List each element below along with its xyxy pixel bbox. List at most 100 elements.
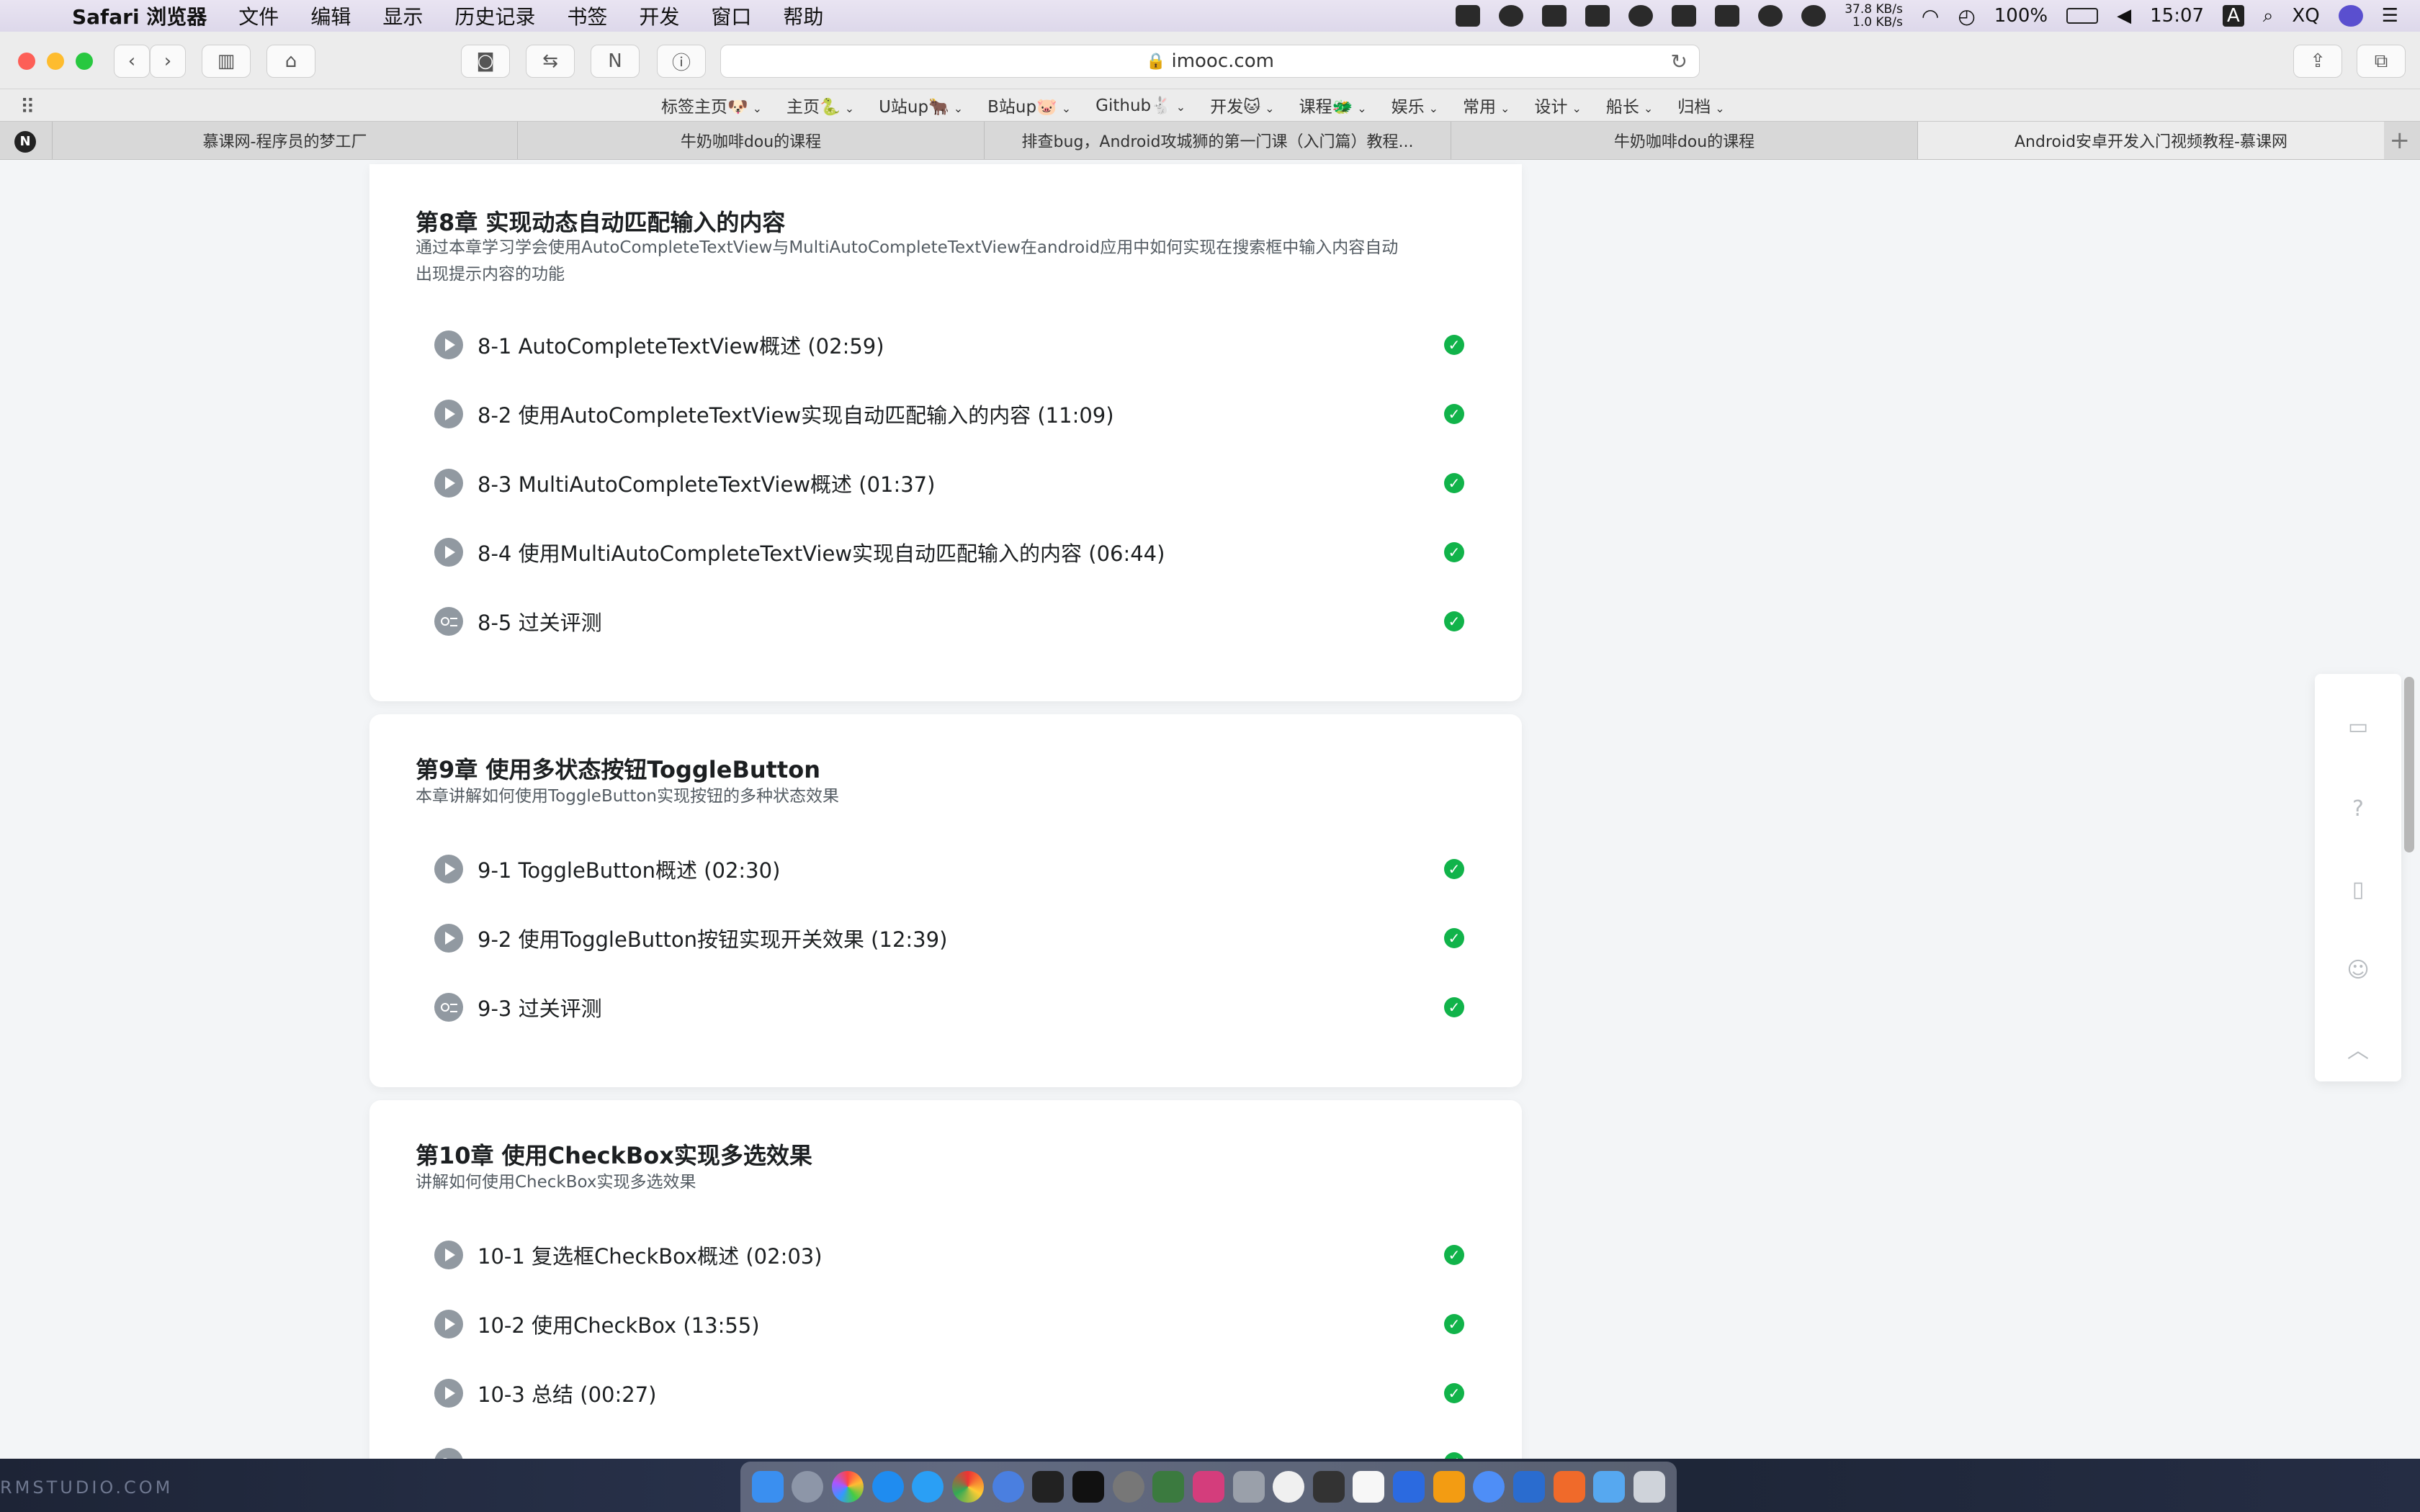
system-preferences-icon[interactable] <box>1112 1471 1144 1503</box>
bookmark-folder[interactable]: 娱乐 ⌄ <box>1392 93 1438 117</box>
lesson-item[interactable]: 8-4 使用MultiAutoCompleteTextView实现自动匹配输入的… <box>434 534 1464 570</box>
postman-icon[interactable] <box>1553 1471 1585 1503</box>
forward-button[interactable]: › <box>150 45 186 78</box>
dictionary-icon[interactable] <box>1312 1471 1345 1503</box>
tabs-overview-button[interactable]: ⧉ <box>2357 45 2406 78</box>
bookmark-folder[interactable]: 常用 ⌄ <box>1463 93 1510 117</box>
bookmark-folder[interactable]: 开发🐱 ⌄ <box>1210 93 1274 117</box>
menu-develop[interactable]: 开发 <box>639 1 679 30</box>
menu-edit[interactable]: 编辑 <box>310 1 351 30</box>
terminal-icon[interactable] <box>1032 1471 1065 1503</box>
send-icon[interactable] <box>1715 5 1740 27</box>
time-machine-icon[interactable]: ◴ <box>1958 4 1975 28</box>
user-name[interactable]: XQ <box>2292 5 2319 27</box>
network-app-icon[interactable] <box>1393 1471 1425 1503</box>
wifi-icon[interactable]: ◠ <box>1922 4 1939 28</box>
volume-icon[interactable]: ◀ <box>2117 5 2131 27</box>
menu-file[interactable]: 文件 <box>238 1 279 30</box>
grid-icon[interactable]: ⠿ <box>20 95 35 119</box>
safari-icon[interactable] <box>912 1471 944 1503</box>
lesson-item[interactable]: 10-3 总结 (00:27) ✓ <box>434 1375 1464 1411</box>
siri-icon[interactable] <box>2338 5 2363 27</box>
hat-icon[interactable] <box>1499 5 1524 27</box>
lesson-item[interactable]: 9-1 ToggleButton概述 (02:30) ✓ <box>434 851 1464 887</box>
gear-icon[interactable] <box>1758 5 1783 27</box>
google-app-icon[interactable] <box>1473 1471 1505 1503</box>
window-icon[interactable] <box>1672 5 1697 27</box>
lesson-item[interactable]: 8-5 过关评测 ✓ <box>434 603 1464 639</box>
minimize-window-button[interactable] <box>47 53 64 70</box>
lesson-item[interactable]: 9-3 过关评测 ✓ <box>434 989 1464 1025</box>
zoom-window-button[interactable] <box>76 53 93 70</box>
home-button[interactable]: ⌂ <box>266 45 315 78</box>
input-method[interactable]: A <box>2223 5 2244 27</box>
notification-center-icon[interactable]: ☰ <box>2382 5 2398 27</box>
clock[interactable]: 15:07 <box>2150 5 2204 27</box>
spotlight-icon[interactable]: ⌕ <box>2263 5 2274 27</box>
menu-app-name[interactable]: Safari 浏览器 <box>72 1 207 30</box>
battery-icon[interactable] <box>2066 8 2099 24</box>
lesson-item[interactable]: 10-1 复选框CheckBox概述 (02:03) ✓ <box>434 1237 1464 1273</box>
bookmark-folder[interactable]: U站up🐂 ⌄ <box>879 93 963 117</box>
bookmark-folder[interactable]: B站up🐷 ⌄ <box>987 93 1071 117</box>
menu-history[interactable]: 历史记录 <box>454 1 535 30</box>
tab-teacher-courses[interactable]: 牛奶咖啡dou的课程 <box>517 122 984 159</box>
git-app-icon[interactable] <box>1433 1471 1465 1503</box>
lesson-item[interactable]: 9-2 使用ToggleButton按钮实现开关效果 (12:39) ✓ <box>434 920 1464 956</box>
iterm-icon[interactable] <box>1072 1471 1104 1503</box>
bookmark-folder[interactable]: 课程🐲 ⌄ <box>1299 93 1367 117</box>
menu-bookmarks[interactable]: 书签 <box>567 1 607 30</box>
textedit-icon[interactable] <box>1353 1471 1385 1503</box>
tab-debug-course[interactable]: 排查bug，Android攻城狮的第一门课（入门篇）教程... <box>984 122 1451 159</box>
bookmark-folder[interactable]: 标签主页🐶 ⌄ <box>661 93 762 117</box>
back-button[interactable]: ‹ <box>114 45 150 78</box>
sidebar-toggle-button[interactable]: ▥ <box>202 45 251 78</box>
feedback-icon[interactable]: ▭ <box>2344 713 2372 742</box>
bookmark-folder[interactable]: 设计 ⌄ <box>1534 93 1581 117</box>
launchpad-icon[interactable] <box>792 1471 824 1503</box>
chrome-icon[interactable] <box>952 1471 985 1503</box>
hex-icon[interactable] <box>1628 5 1654 27</box>
share-button[interactable]: ⇪ <box>2293 45 2342 78</box>
mobile-icon[interactable]: ▯ <box>2344 876 2372 904</box>
intellij-icon[interactable] <box>1192 1471 1224 1503</box>
evernote-icon[interactable] <box>1456 5 1481 27</box>
close-window-button[interactable] <box>18 53 35 70</box>
bookmark-folder[interactable]: 归档 ⌄ <box>1677 93 1724 117</box>
lesson-item[interactable]: 8-1 AutoCompleteTextView概述 (02:59) ✓ <box>434 327 1464 363</box>
extension-button-1[interactable]: ◙ <box>461 45 510 78</box>
keynote-icon[interactable] <box>1512 1471 1545 1503</box>
extension-button-2[interactable]: ⇆ <box>526 45 575 78</box>
address-bar[interactable]: 🔒 imooc.com ↻ <box>720 45 1700 78</box>
stack-icon[interactable] <box>1585 5 1610 27</box>
reload-icon[interactable]: ↻ <box>1671 50 1688 73</box>
finder-icon[interactable] <box>751 1471 784 1503</box>
lesson-item[interactable]: 10-2 使用CheckBox (13:55) ✓ <box>434 1306 1464 1342</box>
chrome-canary-icon[interactable] <box>992 1471 1024 1503</box>
back-to-top-icon[interactable]: ︿ <box>2344 1037 2372 1066</box>
tab-imooc-home[interactable]: 慕课网-程序员的梦工厂 <box>52 122 517 159</box>
bookmark-folder[interactable]: Github🐇 ⌄ <box>1095 96 1186 115</box>
password-manager-button[interactable]: ⓘ <box>657 45 706 78</box>
photos-icon[interactable] <box>832 1471 864 1503</box>
menu-view[interactable]: 显示 <box>382 1 423 30</box>
android-studio-icon[interactable] <box>1152 1471 1185 1503</box>
bookmark-folder[interactable]: 船长 ⌄ <box>1606 93 1653 117</box>
help-icon[interactable]: ? <box>2344 795 2372 824</box>
customer-service-icon[interactable]: ☺ <box>2344 956 2372 985</box>
page-scrollbar[interactable] <box>2404 677 2414 852</box>
onenote-button[interactable]: N <box>591 45 640 78</box>
folder-icon[interactable] <box>1593 1471 1626 1503</box>
menu-help[interactable]: 帮助 <box>783 1 823 30</box>
battery-percent[interactable]: 100% <box>1994 5 2048 27</box>
screen-sharing-icon[interactable] <box>1232 1471 1265 1503</box>
tab-teacher-courses-2[interactable]: 牛奶咖啡dou的课程 <box>1451 122 1917 159</box>
trash-icon[interactable] <box>1633 1471 1665 1503</box>
lesson-item[interactable]: 8-2 使用AutoCompleteTextView实现自动匹配输入的内容 (1… <box>434 396 1464 432</box>
menu-window[interactable]: 窗口 <box>711 1 751 30</box>
new-tab-button[interactable]: + <box>2390 126 2411 155</box>
lesson-item[interactable]: 8-3 MultiAutoCompleteTextView概述 (01:37) … <box>434 465 1464 501</box>
shield-icon[interactable] <box>1542 5 1567 27</box>
app-store-icon[interactable] <box>871 1471 904 1503</box>
tab-android-course[interactable]: Android安卓开发入门视频教程-慕课网 <box>1917 122 2384 159</box>
